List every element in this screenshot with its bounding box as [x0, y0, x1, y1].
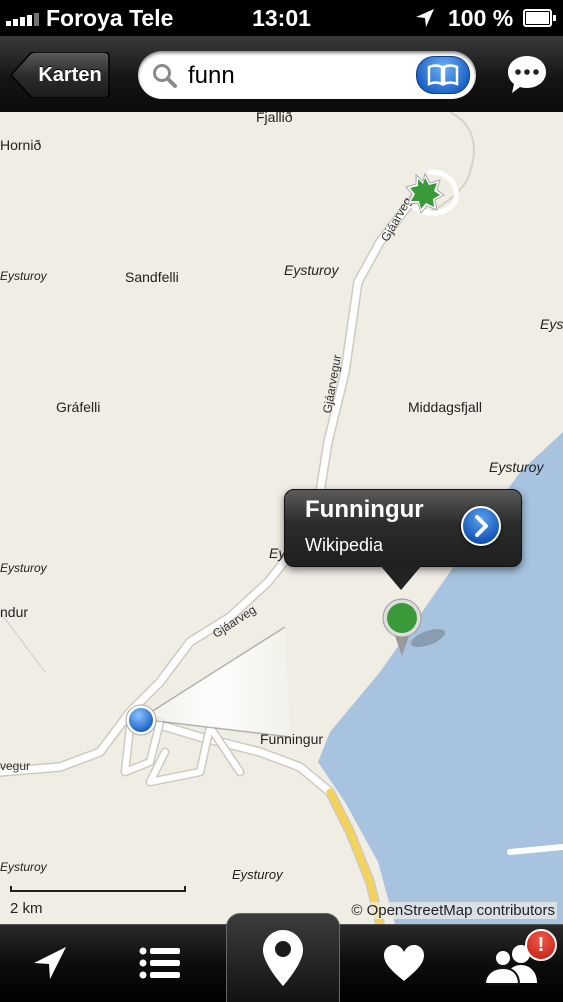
- callout-detail-button[interactable]: [461, 506, 501, 546]
- status-bar: Foroya Tele 13:01 100 %: [0, 0, 563, 36]
- tab-map[interactable]: [226, 913, 340, 1002]
- search-field[interactable]: funn: [138, 51, 476, 99]
- map-attribution[interactable]: © OpenStreetMap contributors: [349, 902, 557, 919]
- map-label: Eysturoy: [489, 459, 544, 475]
- tab-list[interactable]: [110, 925, 210, 1001]
- place-callout[interactable]: Funningur Wikipedia: [284, 489, 522, 590]
- map-pin-icon: [263, 930, 303, 986]
- map-label: Gráfelli: [56, 399, 101, 415]
- scale-label: 2 km: [10, 900, 43, 917]
- map-view[interactable]: Fjallið Hornið Eysturoy Sandfelli Eystur…: [0, 112, 563, 924]
- map-label: ndur: [0, 604, 29, 620]
- callout-title: Funningur: [305, 496, 424, 523]
- location-arrow-icon: [34, 947, 66, 979]
- book-button[interactable]: [416, 56, 470, 94]
- map-label: Fjallið: [256, 112, 293, 125]
- map-label: Eysturoy: [0, 269, 47, 283]
- notification-badge: !: [525, 929, 557, 961]
- search-icon: [153, 64, 177, 88]
- map-label: Hornið: [0, 137, 42, 153]
- tab-bar: !: [0, 913, 563, 1002]
- map-scale: 2 km: [10, 878, 186, 917]
- map-label: Middagsfjall: [408, 399, 482, 415]
- poi-star-icon[interactable]: [404, 172, 446, 214]
- road-label: vegur: [0, 759, 31, 773]
- map-label: Eysturoy: [284, 262, 339, 278]
- battery-icon: [523, 9, 556, 27]
- tab-favorites[interactable]: [354, 925, 454, 1001]
- callout-subtitle: Wikipedia: [305, 535, 384, 555]
- back-button[interactable]: Karten: [10, 52, 110, 98]
- map-label: Eysturoy: [0, 860, 47, 874]
- map-label: Eysturoy: [0, 561, 47, 575]
- location-arrow-icon: [416, 9, 434, 27]
- user-location-icon: [125, 704, 157, 736]
- heart-icon: [384, 945, 424, 981]
- chevron-right-icon: [475, 515, 488, 537]
- navigation-bar: Karten funn: [0, 36, 563, 113]
- map-label: Funningur: [260, 731, 324, 747]
- search-input-value[interactable]: funn: [188, 51, 235, 99]
- chat-bubble-icon[interactable]: [505, 53, 549, 97]
- map-label: Sandfelli: [125, 269, 179, 285]
- book-icon: [427, 64, 459, 87]
- battery-percent: 100 %: [448, 5, 514, 31]
- map-label: Eysturoy: [540, 316, 563, 332]
- list-icon: [139, 947, 180, 979]
- place-pin-icon[interactable]: [380, 596, 450, 660]
- tab-location[interactable]: [0, 925, 100, 1001]
- map-label: Eysturoy: [232, 867, 283, 882]
- back-button-label: Karten: [38, 64, 102, 86]
- tab-friends[interactable]: !: [463, 925, 563, 1001]
